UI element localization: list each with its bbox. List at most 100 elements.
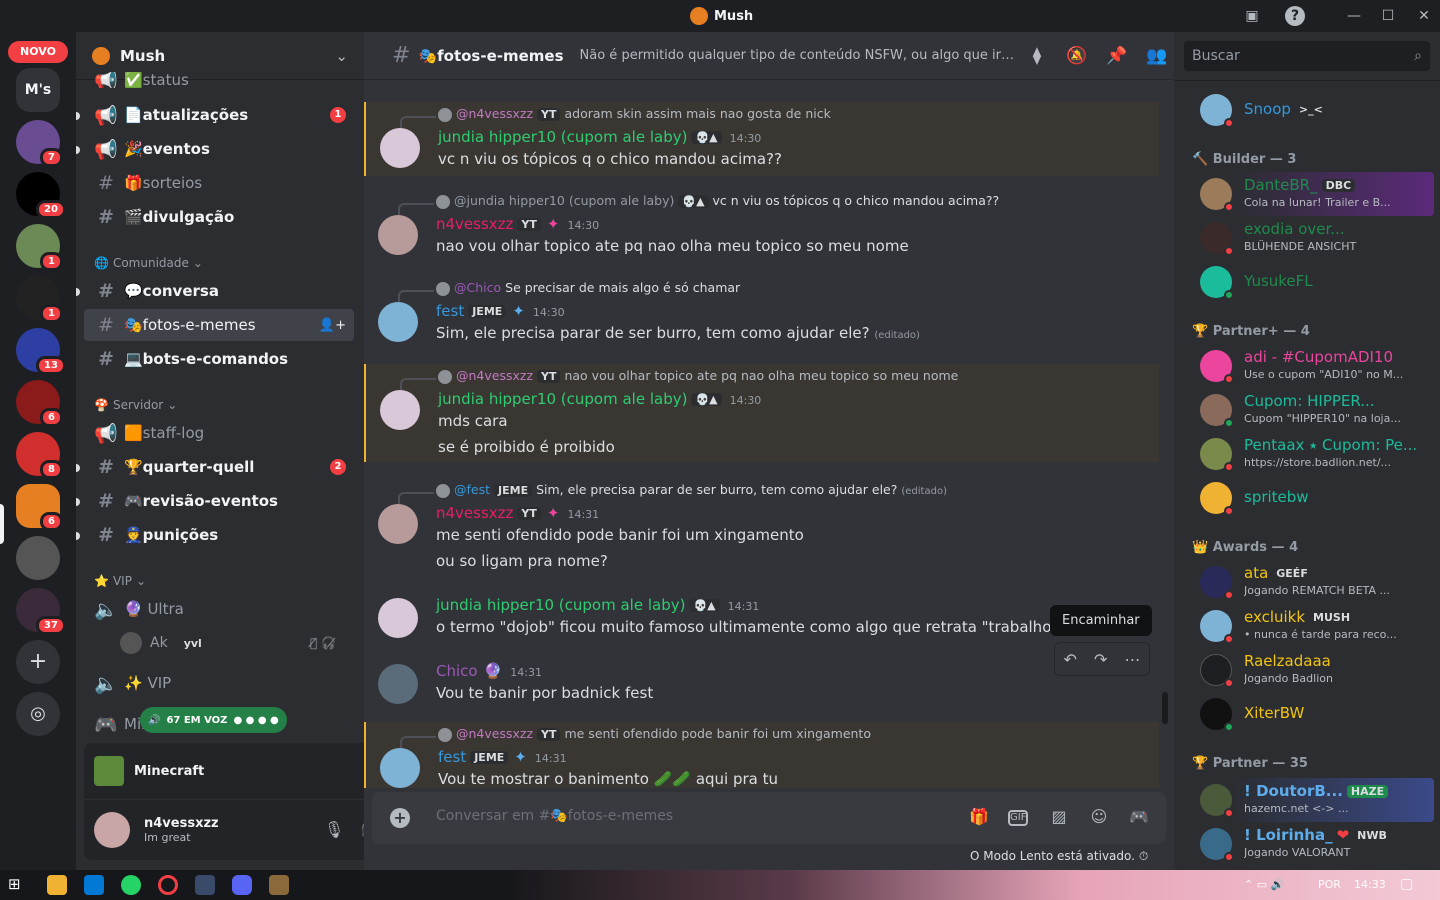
- whatsapp-icon[interactable]: [121, 875, 141, 895]
- channel-fotos-e-memes[interactable]: # 🎭fotos-e-memes 👤+: [84, 309, 354, 341]
- shield-icon[interactable]: [195, 875, 215, 895]
- member-item[interactable]: ! DoutorB... HAZE hazemc.net <-> ...: [1182, 778, 1434, 822]
- store-icon[interactable]: [84, 875, 104, 895]
- mute-icon[interactable]: 🔕: [1066, 46, 1088, 68]
- channel-conversa[interactable]: # 💬conversa: [84, 275, 354, 307]
- avatar[interactable]: [378, 504, 418, 544]
- close-button[interactable]: ✕: [1414, 6, 1434, 26]
- avatar[interactable]: [378, 215, 418, 255]
- category-comunidade[interactable]: 🌐 Comunidade ⌄: [94, 256, 203, 270]
- notification-icon[interactable]: ▢: [1400, 876, 1413, 892]
- member-item[interactable]: spritebw: [1182, 476, 1434, 520]
- minecraft-launcher-icon[interactable]: [269, 875, 289, 895]
- search-input[interactable]: Buscar ⌕: [1184, 41, 1430, 71]
- avatar[interactable]: [380, 128, 420, 168]
- avatar[interactable]: [378, 664, 418, 704]
- new-badge[interactable]: NOVO: [8, 41, 68, 63]
- member-item[interactable]: Cupom: HIPPER... Cupom "HIPPER10" na loja…: [1182, 388, 1434, 432]
- channel-eventos[interactable]: 📢 🎉eventos: [84, 133, 354, 165]
- member-item[interactable]: Pentaax ⭑ Cupom: Pe... https://store.badl…: [1182, 432, 1434, 476]
- message[interactable]: jundia hipper10 (cupom ale laby) 💀▲ 14:31 …: [364, 592, 1159, 644]
- reply-preview[interactable]: @n4vessxzz YT nao vou olhar topico ate pq…: [438, 368, 958, 384]
- message[interactable]: @fest JEME Sim, ele precisa parar de ser …: [364, 478, 1159, 578]
- message[interactable]: @n4vessxzz YT me senti ofendido pode bani…: [364, 722, 1159, 788]
- reply-preview[interactable]: @jundia hipper10 (cupom ale laby) 💀▲ vc n…: [436, 193, 999, 209]
- category-servidor[interactable]: 🍄 Servidor ⌄: [94, 398, 177, 412]
- channel-atualizacoes[interactable]: 📢 📄atualizações 1: [84, 99, 354, 131]
- sticker-icon[interactable]: ▨: [1048, 807, 1070, 829]
- message[interactable]: @n4vessxzz YT adoram skin assim mais nao …: [364, 102, 1159, 176]
- gift-icon[interactable]: 🎁: [968, 807, 990, 829]
- voice-user[interactable]: Ak yvl: [120, 632, 206, 654]
- forward-icon[interactable]: ↷: [1094, 650, 1107, 669]
- author-name[interactable]: n4vessxzz: [436, 504, 513, 522]
- emoji-icon[interactable]: ☺: [1088, 807, 1110, 829]
- member-item[interactable]: excluikk MUSH • nunca é tarde para reco...: [1182, 604, 1434, 648]
- gif-icon[interactable]: GIF: [1008, 810, 1028, 826]
- reply-preview[interactable]: @n4vessxzz YT me senti ofendido pode bani…: [438, 726, 871, 742]
- server-folder[interactable]: M's: [16, 68, 60, 112]
- message[interactable]: @Chico Se precisar de mais algo é só cha…: [364, 276, 1159, 350]
- voice-count-pill[interactable]: 🔊 67 EM VOZ ● ● ● ●: [140, 707, 287, 733]
- pin-icon[interactable]: 📌: [1106, 46, 1128, 68]
- reply-preview[interactable]: @fest JEME Sim, ele precisa parar de ser …: [436, 482, 947, 498]
- server-icon[interactable]: [16, 536, 60, 580]
- clock[interactable]: 14:33: [1354, 878, 1386, 891]
- user-avatar[interactable]: [94, 812, 130, 848]
- member-item[interactable]: ! Loirinha_ ❤ NWB Jogando VALORANT: [1182, 822, 1434, 866]
- add-member-icon[interactable]: 👤+: [319, 318, 346, 333]
- category-vip[interactable]: ⭐ VIP ⌄: [94, 574, 146, 588]
- member-item[interactable]: exodia over... BLÜHENDE ANSICHT: [1182, 216, 1434, 260]
- member-item[interactable]: Raelzadaaa Jogando Badlion: [1182, 648, 1434, 692]
- member-item[interactable]: ata GEÉF Jogando REMATCH BETA ...: [1182, 560, 1434, 604]
- avatar[interactable]: [380, 390, 420, 430]
- voice-channel-vip[interactable]: 🔈 ✨ VIP: [84, 667, 354, 699]
- channel-revisao-eventos[interactable]: # 🎮revisão-eventos: [84, 485, 354, 517]
- author-name[interactable]: fest: [436, 302, 464, 320]
- discover-icon[interactable]: ◎: [16, 692, 60, 736]
- message[interactable]: @jundia hipper10 (cupom ale laby) 💀▲ vc n…: [364, 189, 1159, 263]
- member-item[interactable]: DanteBR_ DBC Cola na lunar! Trailer e B...: [1182, 172, 1434, 216]
- minimize-button[interactable]: —: [1344, 6, 1364, 26]
- file-explorer-icon[interactable]: [47, 875, 67, 895]
- microphone-icon[interactable]: 🎙: [324, 820, 344, 840]
- author-name[interactable]: n4vessxzz: [436, 215, 513, 233]
- add-server-icon[interactable]: +: [16, 640, 60, 684]
- channel-divulgacao[interactable]: # 🎬divulgação: [84, 201, 354, 233]
- message-input[interactable]: Conversar em #🎭fotos-e-memes: [436, 808, 673, 824]
- windows-start-icon[interactable]: ⊞: [8, 875, 28, 895]
- message[interactable]: Chico 🔮 14:31 Vou te banir por badnick fes…: [364, 658, 1159, 710]
- attach-button[interactable]: +: [390, 808, 410, 828]
- member-item[interactable]: Snoop >_<: [1182, 88, 1434, 132]
- threads-icon[interactable]: ⧫: [1026, 46, 1048, 68]
- author-name[interactable]: jundia hipper10 (cupom ale laby): [438, 390, 687, 408]
- member-item[interactable]: adi - #CupomADI10 Use o cupom "ADI10" no …: [1182, 344, 1434, 388]
- discord-icon[interactable]: [232, 875, 252, 895]
- help-icon[interactable]: ?: [1285, 6, 1305, 26]
- member-item[interactable]: YusukeFL: [1182, 260, 1434, 304]
- gamepad-icon[interactable]: 🎮: [1128, 807, 1150, 829]
- channel-staff-log[interactable]: 📢 🟧staff-log: [84, 417, 354, 449]
- tray-icons[interactable]: ⌃ ▭ 🔊: [1244, 878, 1284, 891]
- members-icon[interactable]: 👥: [1146, 46, 1168, 68]
- author-name[interactable]: fest: [438, 748, 466, 766]
- inbox-icon[interactable]: ▣: [1242, 6, 1262, 26]
- channel-quarter-quell[interactable]: # 🏆quarter-quell 2: [84, 451, 354, 483]
- message[interactable]: @n4vessxzz YT nao vou olhar topico ate pq…: [364, 364, 1159, 462]
- reply-preview[interactable]: @Chico Se precisar de mais algo é só cha…: [436, 280, 740, 296]
- reply-icon[interactable]: ↶: [1064, 650, 1077, 669]
- author-name[interactable]: Chico: [436, 662, 478, 680]
- opera-icon[interactable]: [158, 875, 178, 895]
- reply-preview[interactable]: @n4vessxzz YT adoram skin assim mais nao …: [438, 106, 831, 122]
- language-indicator[interactable]: POR: [1318, 878, 1341, 891]
- channel-sorteios[interactable]: # 🎁sorteios: [84, 167, 354, 199]
- avatar[interactable]: [378, 598, 418, 638]
- maximize-button[interactable]: ☐: [1378, 6, 1398, 26]
- channel-topic[interactable]: Não é permitido qualquer tipo de conteúd…: [580, 48, 1020, 63]
- channel-bots-e-comandos[interactable]: # 💻bots-e-comandos: [84, 343, 354, 375]
- channel-status[interactable]: 📢 ✅status: [84, 72, 354, 88]
- avatar[interactable]: [378, 302, 418, 342]
- author-name[interactable]: jundia hipper10 (cupom ale laby): [436, 596, 685, 614]
- avatar[interactable]: [380, 748, 420, 788]
- voice-channel-ultra[interactable]: 🔈 🔮 Ultra: [84, 593, 354, 625]
